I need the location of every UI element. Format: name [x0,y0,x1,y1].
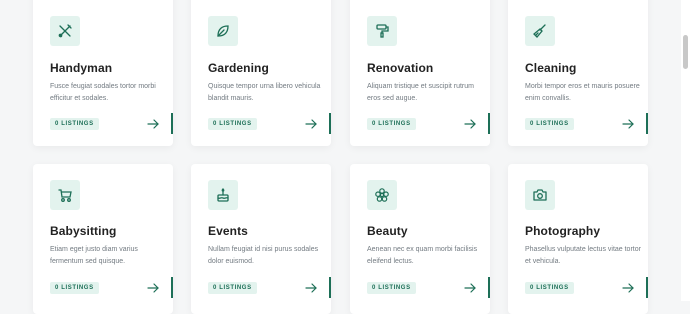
category-card-beauty[interactable]: Beauty Aenean nec ex quam morbi facilisi… [350,164,490,314]
flower-icon [367,180,397,210]
category-description: Phasellus vulputate lectus vitae tortor … [525,246,641,265]
arrow-right-icon[interactable] [464,282,476,294]
card-accent-edge [488,113,490,134]
scrollbar-thumb[interactable] [683,35,688,69]
listings-badge: 0 LISTINGS [50,118,99,130]
card-accent-edge [646,113,648,134]
category-grid: Handyman Fusce feugiat sodales tortor mo… [0,0,690,314]
broom-icon [525,16,555,46]
category-description: Aenean nec ex quam morbi facilisis eleif… [367,246,478,265]
arrow-right-icon[interactable] [147,282,159,294]
listings-badge: 0 LISTINGS [367,282,416,294]
category-card-cleaning[interactable]: Cleaning Morbi tempor eros et mauris pos… [508,0,648,146]
card-accent-edge [329,277,331,298]
category-description: Fusce feugiat sodales tortor morbi effic… [50,83,156,102]
card-accent-edge [171,277,173,298]
category-description: Etiam eget justo diam varius fermentum s… [50,246,138,265]
camera-icon [525,180,555,210]
category-description: Nullam feugiat id nisi purus sodales dol… [208,246,319,265]
arrow-right-icon[interactable] [305,282,317,294]
category-title: Photography [525,224,601,238]
card-accent-edge [171,113,173,134]
category-card-photography[interactable]: Photography Phasellus vulputate lectus v… [508,164,648,314]
category-card-handyman[interactable]: Handyman Fusce feugiat sodales tortor mo… [33,0,173,146]
category-description: Morbi tempor eros et mauris posuere enim… [525,83,640,102]
paint-roller-icon [367,16,397,46]
category-title: Events [208,224,248,238]
arrow-right-icon[interactable] [622,118,634,130]
listings-badge: 0 LISTINGS [367,118,416,130]
category-description: Quisque tempor urna libero vehicula blan… [208,83,321,102]
listings-badge: 0 LISTINGS [50,282,99,294]
page-scrollbar[interactable] [681,0,690,301]
listings-badge: 0 LISTINGS [208,118,257,130]
leaf-icon [208,16,238,46]
arrow-right-icon[interactable] [622,282,634,294]
category-title: Renovation [367,61,434,75]
listings-badge: 0 LISTINGS [525,118,574,130]
listings-badge: 0 LISTINGS [525,282,574,294]
cake-icon [208,180,238,210]
listings-badge: 0 LISTINGS [208,282,257,294]
arrow-right-icon[interactable] [464,118,476,130]
card-accent-edge [488,277,490,298]
category-card-babysitting[interactable]: Babysitting Etiam eget justo diam varius… [33,164,173,314]
card-accent-edge [646,277,648,298]
category-title: Gardening [208,61,269,75]
category-title: Babysitting [50,224,117,238]
arrow-right-icon[interactable] [147,118,159,130]
category-description: Aliquam tristique et suscipit rutrum ero… [367,83,474,102]
category-title: Beauty [367,224,408,238]
category-card-events[interactable]: Events Nullam feugiat id nisi purus soda… [191,164,331,314]
tools-icon [50,16,80,46]
category-card-gardening[interactable]: Gardening Quisque tempor urna libero veh… [191,0,331,146]
category-title: Cleaning [525,61,577,75]
category-card-renovation[interactable]: Renovation Aliquam tristique et suscipit… [350,0,490,146]
stroller-icon [50,180,80,210]
category-title: Handyman [50,61,113,75]
arrow-right-icon[interactable] [305,118,317,130]
card-accent-edge [329,113,331,134]
